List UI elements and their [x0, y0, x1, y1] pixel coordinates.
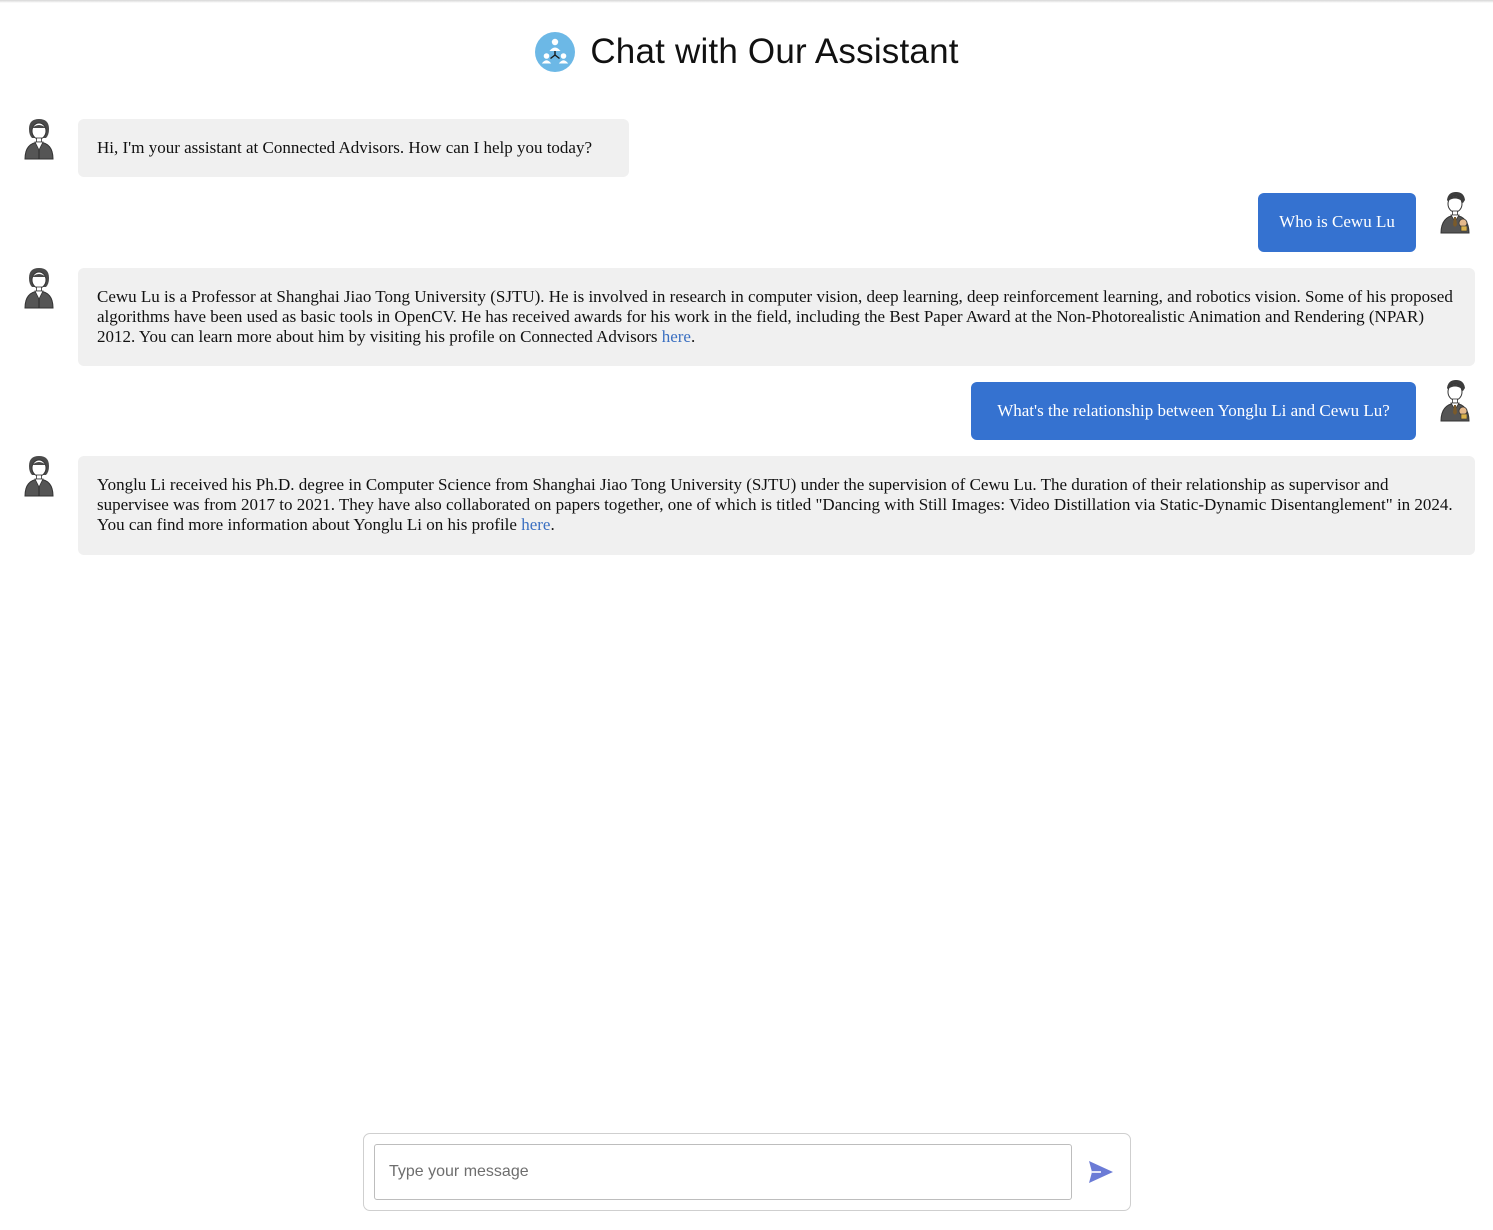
profile-link[interactable]: here: [662, 327, 691, 346]
message-text: What's the relationship between Yonglu L…: [997, 401, 1390, 420]
send-icon: [1089, 1161, 1113, 1183]
message-text: Hi, I'm your assistant at Connected Advi…: [97, 138, 593, 157]
user-avatar-icon: [1437, 379, 1473, 423]
chat-messages: Hi, I'm your assistant at Connected Advi…: [0, 0, 1493, 1110]
message-text: Cewu Lu is a Professor at Shanghai Jiao …: [97, 287, 1453, 346]
message-text: Who is Cewu Lu: [1279, 212, 1395, 231]
assistant-avatar-icon: [21, 266, 57, 310]
message-text-end: .: [690, 327, 696, 346]
message-input[interactable]: [374, 1144, 1072, 1200]
assistant-message: Hi, I'm your assistant at Connected Advi…: [78, 119, 629, 177]
assistant-message: Cewu Lu is a Professor at Shanghai Jiao …: [78, 268, 1475, 366]
message-text-end: .: [550, 515, 555, 534]
message-composer: [363, 1133, 1131, 1211]
user-message: Who is Cewu Lu: [1258, 193, 1416, 252]
user-message: What's the relationship between Yonglu L…: [971, 382, 1416, 440]
assistant-avatar-icon: [21, 454, 57, 498]
profile-link[interactable]: here: [521, 515, 550, 534]
message-text: Yonglu Li received his Ph.D. degree in C…: [97, 475, 1453, 534]
assistant-avatar-icon: [21, 117, 57, 161]
assistant-message: Yonglu Li received his Ph.D. degree in C…: [78, 456, 1475, 555]
user-avatar-icon: [1437, 191, 1473, 235]
send-button[interactable]: [1086, 1156, 1118, 1188]
